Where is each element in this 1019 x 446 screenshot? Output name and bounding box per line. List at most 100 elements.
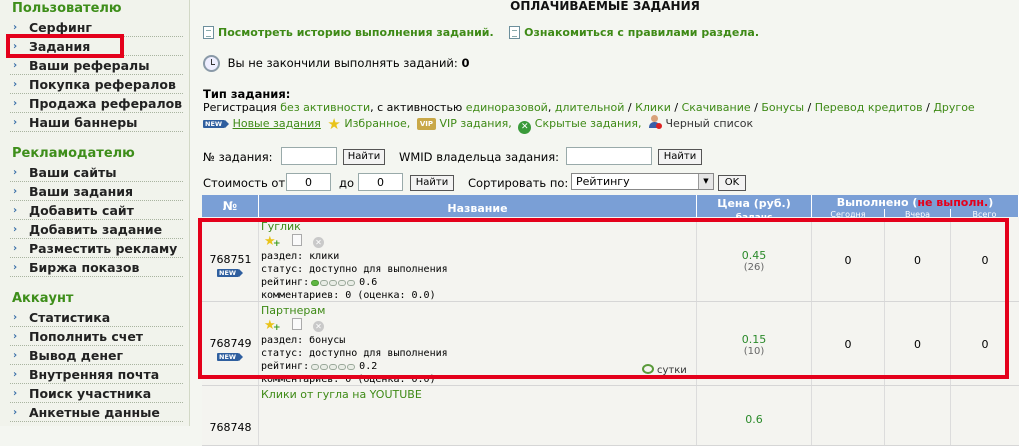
done-today: 0 — [844, 338, 852, 351]
sidebar-item[interactable]: › Пополнить счет — [0, 327, 189, 346]
add-favorite-icon[interactable]: ★ — [264, 235, 281, 251]
sidebar-item[interactable]: › Статистика — [0, 308, 189, 327]
find-task-button[interactable]: Найти — [343, 149, 385, 165]
task-type-link[interactable]: Бонусы — [761, 101, 804, 114]
find-cost-button[interactable]: Найти — [410, 175, 454, 191]
chevron-right-icon: › — [13, 41, 18, 52]
task-type-link[interactable]: единоразовой — [466, 101, 548, 114]
top-links: Посмотреть историю выполнения заданий. О… — [203, 26, 759, 39]
sort-select[interactable]: Рейтингу ▼ — [571, 173, 714, 190]
sidebar-item-label: Задания — [29, 39, 91, 54]
task-type-links: Регистрация без активности, с активность… — [203, 101, 975, 114]
history-link[interactable]: Посмотреть историю выполнения заданий. — [203, 26, 497, 39]
sidebar-item-label: Добавить сайт — [29, 203, 134, 218]
sort-ok-button[interactable]: OK — [718, 175, 746, 191]
task-type-text: / — [922, 101, 934, 114]
not-done-header-label: не выполн. — [917, 196, 989, 209]
sidebar-item[interactable]: › Внутренняя почта — [0, 365, 189, 384]
sidebar-section-title: Пользователю — [12, 1, 122, 16]
done-today: 0 — [844, 254, 852, 267]
task-type-link[interactable]: длительной — [555, 101, 625, 114]
task-type-link[interactable]: Другое — [933, 101, 974, 114]
sidebar-item-label: Ваши рефералы — [29, 58, 150, 73]
new-badge: NEW — [217, 269, 244, 277]
task-title-link[interactable]: Клики от гугла на YOUTUBE — [261, 388, 422, 401]
chevron-right-icon: › — [13, 350, 18, 361]
cost-to-input[interactable] — [358, 173, 403, 191]
sidebar-item[interactable]: › Разместить рекламу — [0, 239, 189, 258]
sidebar-item[interactable]: › Наши баннеры — [0, 113, 189, 132]
sidebar-item[interactable]: › Биржа показов — [0, 258, 189, 277]
main-content: ОПЛАЧИВАЕМЫЕ ЗАДАНИЯ Посмотреть историю … — [191, 0, 1019, 446]
vip-link[interactable]: VIP задания, — [439, 117, 511, 130]
task-type-text: / — [750, 101, 762, 114]
table-row[interactable]: 768749NEWПартнерам★✕раздел: бонусыстатус… — [202, 302, 1019, 386]
rules-link[interactable]: Ознакомиться с правилами раздела. — [509, 26, 759, 39]
task-title-link[interactable]: Партнерам — [261, 304, 325, 317]
sidebar-item-label: Поиск участника — [29, 386, 152, 401]
task-number-label: № задания: — [203, 150, 273, 164]
cost-from-input[interactable] — [286, 173, 331, 191]
task-type-text: / — [670, 101, 682, 114]
task-type-text: , — [547, 101, 555, 114]
task-comments: комментариев: 0 (оценка: 0.0) — [261, 374, 436, 385]
task-price: 0.6 — [745, 413, 763, 426]
document-icon[interactable] — [292, 234, 302, 246]
task-title-link[interactable]: Гуглик — [261, 220, 301, 233]
star-icon: ★ — [327, 115, 341, 133]
task-number-input[interactable] — [281, 147, 337, 165]
sidebar-item[interactable]: › Ваши задания — [0, 182, 189, 201]
sidebar-item[interactable]: › Ваши сайты — [0, 163, 189, 182]
sidebar-item[interactable]: › Добавить задание — [0, 220, 189, 239]
sidebar-item-label: Ваши задания — [29, 184, 133, 199]
add-favorite-icon[interactable]: ★ — [264, 319, 281, 335]
task-type-link[interactable]: без активности — [280, 101, 370, 114]
sidebar-item[interactable]: › Поиск участника — [0, 384, 189, 403]
find-wmid-button[interactable]: Найти — [658, 149, 702, 165]
sidebar-item-label: Биржа показов — [29, 260, 140, 275]
favorites-link[interactable]: Избранное, — [344, 117, 410, 130]
cost-to-label: до — [339, 176, 354, 190]
done-yesterday: 0 — [914, 338, 921, 351]
task-type-text: / — [624, 101, 636, 114]
table-row[interactable]: 768748 Клики от гугла на YOUTUBE 0.6 — [202, 386, 1019, 446]
done-header-label: Выполнено ( — [836, 196, 918, 209]
sidebar-item[interactable]: › Задания — [0, 37, 189, 56]
hide-task-icon[interactable]: ✕ — [313, 321, 324, 332]
cell-today — [812, 386, 885, 445]
wmid-input[interactable] — [566, 147, 652, 165]
task-period: сутки — [642, 364, 687, 376]
cell-total: 0 — [951, 302, 1019, 385]
sidebar-item[interactable]: › Добавить сайт — [0, 201, 189, 220]
table-row[interactable]: 768751NEWГуглик★✕раздел: кликистатус: до… — [202, 218, 1019, 302]
task-rating: рейтинг: 0.2 — [261, 360, 377, 374]
chevron-right-icon: › — [13, 98, 18, 109]
task-price: 0.15 — [741, 333, 767, 346]
chevron-right-icon: › — [13, 205, 18, 216]
page-title: ОПЛАЧИВАЕМЫЕ ЗАДАНИЯ — [510, 0, 700, 13]
blacklist-link[interactable]: Черный список — [666, 117, 754, 130]
price-header-label: Цена (руб.) — [717, 197, 791, 210]
task-type-link[interactable]: Перевод кредитов — [815, 101, 923, 114]
done-total: 0 — [981, 254, 989, 267]
types-label: Тип задания: — [203, 87, 291, 101]
hidden-link[interactable]: Скрытые задания, — [535, 117, 642, 130]
sidebar-item[interactable]: › Анкетные данные — [0, 403, 189, 422]
task-type-link[interactable]: Клики — [635, 101, 671, 114]
col-header-number: № — [202, 195, 259, 217]
sidebar-item[interactable]: › Покупка рефералов — [0, 75, 189, 94]
sidebar-item[interactable]: › Вывод денег — [0, 346, 189, 365]
task-actions: ★✕ — [264, 318, 324, 335]
new-tasks-link[interactable]: Новые задания — [233, 117, 321, 130]
task-type-link[interactable]: Скачивание — [682, 101, 751, 114]
hide-task-icon[interactable]: ✕ — [313, 237, 324, 248]
document-icon — [203, 26, 214, 39]
document-icon[interactable] — [292, 318, 302, 330]
sidebar-item[interactable]: › Продажа рефералов — [0, 94, 189, 113]
sidebar-item-label: Наши баннеры — [29, 115, 138, 130]
sidebar-item[interactable]: › Ваши рефералы — [0, 56, 189, 75]
sort-label: Сортировать по: — [468, 176, 569, 190]
task-type-text: Регистрация — [203, 101, 281, 114]
sidebar-item[interactable]: › Серфинг — [0, 18, 189, 37]
chevron-right-icon: › — [13, 312, 18, 323]
